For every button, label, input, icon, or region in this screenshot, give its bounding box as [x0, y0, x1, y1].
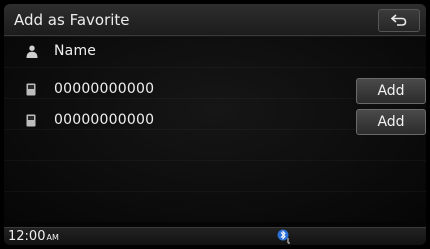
add-button[interactable]: Add [356, 109, 426, 135]
phone-row: 00000000000 Add [4, 74, 426, 105]
clock-ampm: AM [46, 233, 59, 242]
clock-time: 12:00 [8, 229, 46, 244]
screen: Add as Favorite Name 00000000000 Add 000… [4, 4, 426, 245]
name-row: Name [4, 36, 426, 67]
phone-icon [26, 114, 36, 127]
person-icon [26, 45, 38, 58]
status-bar: 12:00AM [4, 227, 426, 245]
title-bar: Add as Favorite [4, 4, 426, 36]
back-arrow-icon [391, 14, 407, 26]
phone-number: 00000000000 [54, 112, 155, 128]
back-button[interactable] [378, 9, 420, 32]
phone-icon [26, 83, 36, 96]
add-button[interactable]: Add [356, 78, 426, 104]
phone-row: 00000000000 Add [4, 105, 426, 136]
bluetooth-phone-icon [277, 229, 290, 244]
phone-number: 00000000000 [54, 81, 155, 97]
page-title: Add as Favorite [14, 11, 130, 29]
favorite-list: Name 00000000000 Add 00000000000 Add [4, 36, 426, 222]
clock: 12:00AM [8, 229, 59, 244]
name-label: Name [54, 43, 97, 59]
